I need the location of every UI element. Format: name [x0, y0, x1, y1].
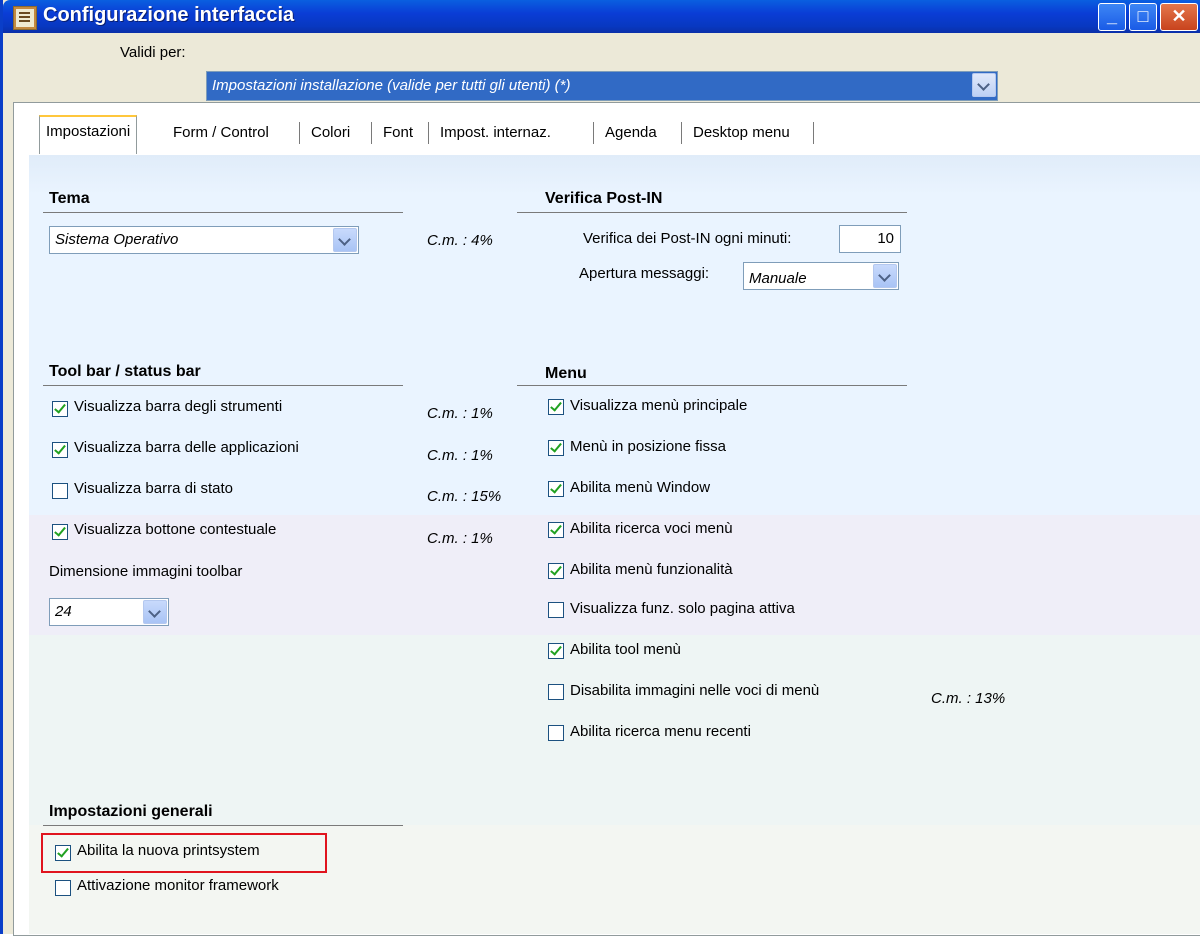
minimize-icon: _ [1106, 6, 1117, 26]
title-bar[interactable]: Configurazione interfaccia _ □ ✕ [3, 0, 1200, 33]
valid-for-value: Impostazioni installazione (valide per t… [212, 77, 571, 94]
menu-item-label[interactable]: Abilita ricerca menu recenti [570, 723, 751, 740]
menu-item-checkbox[interactable] [548, 563, 564, 579]
postin-section-title: Verifica Post-IN [545, 190, 663, 207]
tab-separator [681, 122, 682, 144]
tema-select[interactable]: Sistema Operativo [49, 226, 359, 254]
general-item-label[interactable]: Attivazione monitor framework [77, 877, 279, 894]
toolbar-item-cm: C.m. : 1% [427, 530, 493, 547]
tab-impost-internaz[interactable]: Impost. internaz. [434, 118, 557, 150]
close-button[interactable]: ✕ [1160, 3, 1198, 31]
postin-divider [517, 212, 907, 213]
minimize-button[interactable]: _ [1098, 3, 1126, 31]
general-item-checkbox[interactable] [55, 845, 71, 861]
general-item-checkbox[interactable] [55, 880, 71, 896]
toolbar-item-label[interactable]: Visualizza bottone contestuale [74, 521, 276, 538]
app-window: Configurazione interfaccia _ □ ✕ Validi … [0, 0, 1200, 936]
menu-item-label[interactable]: Abilita menù Window [570, 479, 710, 496]
toolbar-size-value: 24 [55, 603, 72, 620]
toolbar-item-checkbox[interactable] [52, 401, 68, 417]
tab-separator [593, 122, 594, 144]
tab-impostazioni[interactable]: Impostazioni [39, 115, 138, 154]
menu-item-checkbox[interactable] [548, 440, 564, 456]
menu-item-label[interactable]: Visualizza funz. solo pagina attiva [570, 600, 795, 617]
menu-item-checkbox[interactable] [548, 522, 564, 538]
tab-agenda[interactable]: Agenda [599, 118, 663, 150]
menu-item-label[interactable]: Visualizza menù principale [570, 397, 747, 414]
toolbar-item-label[interactable]: Visualizza barra di stato [74, 480, 233, 497]
tema-section-title: Tema [49, 190, 90, 207]
maximize-button[interactable]: □ [1129, 3, 1157, 31]
postin-minutes-value: 10 [877, 230, 894, 247]
toolbar-item-checkbox[interactable] [52, 442, 68, 458]
maximize-icon: □ [1137, 6, 1149, 26]
postin-minutes-input[interactable]: 10 [839, 225, 901, 253]
menu-item-label[interactable]: Abilita ricerca voci menù [570, 520, 733, 537]
postin-open-label: Apertura messaggi: [579, 265, 710, 282]
content-band-top [29, 155, 1200, 195]
postin-open-select[interactable]: Manuale [743, 262, 899, 290]
menu-item-label[interactable]: Abilita tool menù [570, 641, 681, 658]
menu-item-checkbox[interactable] [548, 481, 564, 497]
app-document-icon [13, 6, 37, 30]
toolbar-size-select[interactable]: 24 [49, 598, 169, 626]
toolbar-item-label[interactable]: Visualizza barra degli strumenti [74, 398, 282, 415]
toolbar-item-cm: C.m. : 15% [427, 488, 502, 505]
tab-separator [299, 122, 300, 144]
general-divider [43, 825, 403, 826]
toolbar-item-cm: C.m. : 1% [427, 447, 493, 464]
menu-item-label[interactable]: Menù in posizione fissa [570, 438, 726, 455]
valid-for-select[interactable]: Impostazioni installazione (valide per t… [206, 71, 998, 101]
tab-strip: Impostazioni Form / Control Colori Font … [13, 108, 1200, 156]
toolbar-item-checkbox[interactable] [52, 483, 68, 499]
menu-item-checkbox[interactable] [548, 643, 564, 659]
chevron-down-icon[interactable] [143, 600, 167, 624]
tab-desktop-menu[interactable]: Desktop menu [687, 118, 796, 150]
tema-cm: C.m. : 4% [427, 232, 493, 249]
valid-for-label: Validi per: [120, 44, 186, 61]
tema-value: Sistema Operativo [55, 231, 179, 248]
close-icon: ✕ [1171, 6, 1187, 26]
toolbar-item-cm: C.m. : 1% [427, 405, 493, 422]
menu-item-checkbox[interactable] [548, 725, 564, 741]
tab-colori[interactable]: Colori [305, 118, 356, 150]
chevron-down-icon[interactable] [333, 228, 357, 252]
tab-separator [813, 122, 814, 144]
menu-divider [517, 385, 907, 386]
menu-item-label[interactable]: Disabilita immagini nelle voci di menù [570, 682, 819, 699]
chevron-down-icon[interactable] [972, 73, 996, 97]
general-section-title: Impostazioni generali [49, 803, 213, 820]
window-title: Configurazione interfaccia [43, 4, 295, 26]
toolbar-size-label: Dimensione immagini toolbar [49, 563, 243, 580]
tab-separator [371, 122, 372, 144]
postin-open-value: Manuale [749, 270, 807, 287]
menu-item-checkbox[interactable] [548, 684, 564, 700]
tema-divider [43, 212, 403, 213]
toolbar-item-checkbox[interactable] [52, 524, 68, 540]
tab-form-control[interactable]: Form / Control [167, 118, 275, 150]
toolbar-divider [43, 385, 403, 386]
toolbar-section-title: Tool bar / status bar [49, 363, 201, 380]
tab-separator [428, 122, 429, 144]
tab-font[interactable]: Font [377, 118, 419, 150]
toolbar-item-label[interactable]: Visualizza barra delle applicazioni [74, 439, 299, 456]
chevron-down-icon[interactable] [873, 264, 897, 288]
menu-section-title: Menu [545, 365, 587, 382]
general-item-label[interactable]: Abilita la nuova printsystem [77, 842, 260, 859]
postin-minutes-label: Verifica dei Post-IN ogni minuti: [583, 230, 792, 247]
menu-cm: C.m. : 13% [931, 690, 1006, 707]
menu-item-checkbox[interactable] [548, 399, 564, 415]
menu-item-label[interactable]: Abilita menù funzionalità [570, 561, 733, 578]
menu-item-checkbox[interactable] [548, 602, 564, 618]
